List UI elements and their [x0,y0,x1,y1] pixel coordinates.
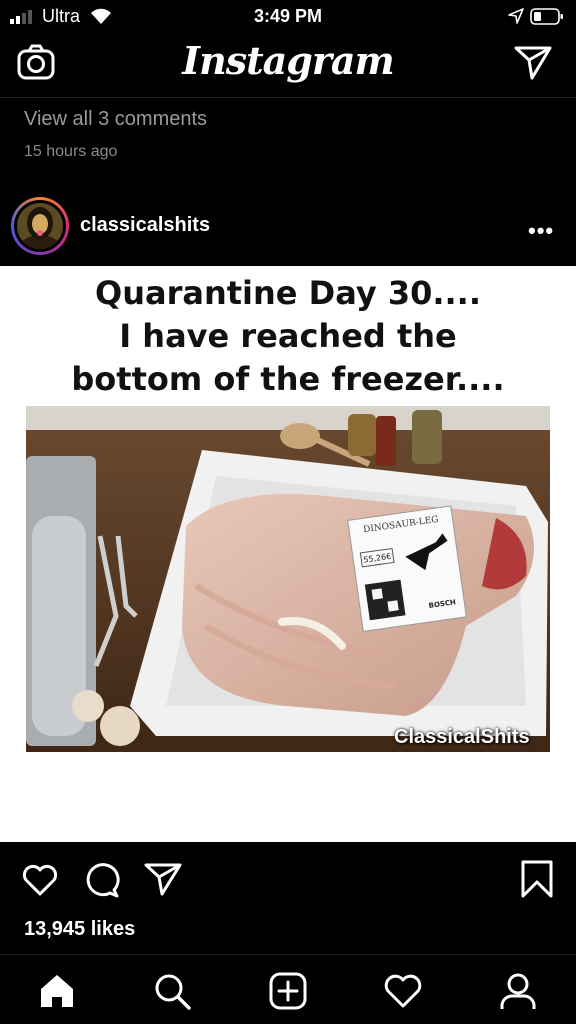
battery-icon [530,8,563,25]
share-icon[interactable] [144,862,182,896]
meme-caption: Quarantine Day 30.... I have reached the… [0,272,576,401]
caption-line: Quarantine Day 30.... [95,274,481,312]
search-icon[interactable] [152,971,192,1011]
mona-lisa-avatar-image [17,203,63,249]
post-actions: 13,945 likes [0,842,576,954]
post-timestamp: 15 hours ago [24,143,118,160]
previous-post-meta: View all 3 comments 15 hours ago [24,108,207,161]
bottom-tab-bar [0,954,576,1024]
likes-count[interactable]: 13,945 likes [24,918,135,941]
activity-heart-icon[interactable] [383,971,423,1011]
create-post-icon[interactable] [268,971,308,1011]
status-bar: Ultra 3:49 PM [0,0,576,34]
watermark: ClassicalShits [394,726,530,748]
caption-line: bottom of the freezer.... [71,360,505,398]
app-header: Instagram [0,34,576,98]
post-header: classicalshits ••• [0,192,576,264]
avatar[interactable] [14,200,66,252]
clock: 3:49 PM [253,6,323,26]
more-options-icon[interactable]: ••• [528,218,554,244]
home-icon[interactable] [37,971,77,1011]
location-arrow-icon [508,8,524,24]
dinosaur-leg-photo: DINOSAUR-LEG 55,26€ BOSCH [26,406,550,752]
direct-message-icon[interactable] [514,44,552,80]
post-username[interactable]: classicalshits [80,214,210,237]
view-comments-link[interactable]: View all 3 comments [24,108,207,131]
post-image[interactable]: Quarantine Day 30.... I have reached the… [0,266,576,842]
comment-icon[interactable] [84,862,120,898]
freezer-photo: DINOSAUR-LEG 55,26€ BOSCH [26,406,550,752]
story-ring[interactable] [11,197,69,255]
heart-icon[interactable] [22,864,58,896]
instagram-logo: Instagram [182,38,394,83]
bookmark-icon[interactable] [520,860,554,898]
profile-icon[interactable] [498,971,538,1011]
caption-line: I have reached the [119,317,457,355]
